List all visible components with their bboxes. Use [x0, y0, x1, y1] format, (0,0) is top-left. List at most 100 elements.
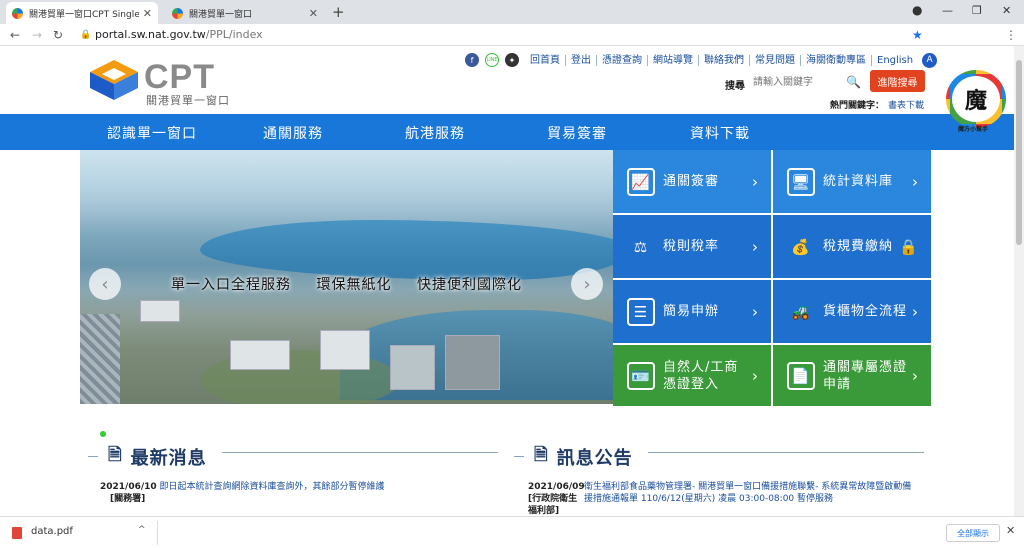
- site-favicon-icon: [12, 7, 23, 19]
- link-home[interactable]: 回首頁: [525, 55, 565, 66]
- building: [445, 335, 500, 390]
- building: [390, 345, 435, 390]
- mascot-helper[interactable]: 魔 魔方小幫手: [946, 70, 1006, 133]
- advanced-search-button[interactable]: 進階搜尋: [870, 70, 925, 92]
- certificate-icon: 📄: [787, 361, 815, 390]
- page-content: CPT 關港貿單一窗口 f LINE ✦ 回首頁 登出 憑證查詢 網站導覽 聯絡…: [0, 46, 1014, 516]
- divider: [648, 452, 924, 453]
- nav-download[interactable]: 資料下載: [690, 123, 750, 143]
- news-text[interactable]: 即日起本統計查詢網除資料庫查詢外，其餘部分暫停維護: [160, 482, 385, 492]
- link-cert-query[interactable]: 憑證查詢: [596, 54, 647, 66]
- cube-logo-icon: [90, 60, 138, 100]
- carousel-prev-button[interactable]: ‹: [89, 268, 121, 300]
- address-bar: ← → ↻ 🔒 portal.sw.nat.gov.tw/PPL/index ★…: [0, 24, 1024, 46]
- news-item[interactable]: 2021/06/10 即日起本統計查詢網除資料庫查詢外，其餘部分暫停維護 [關務…: [100, 481, 500, 505]
- back-icon[interactable]: ←: [10, 28, 20, 42]
- nav-trade[interactable]: 貿易簽審: [547, 123, 607, 143]
- chevron-up-icon[interactable]: ^: [138, 525, 146, 535]
- accessibility-icon[interactable]: A: [922, 52, 938, 68]
- app-icon[interactable]: ✦: [505, 53, 519, 67]
- hero-slogan: 單一入口全程服務 環保無紙化 快捷便利國際化: [80, 274, 613, 294]
- glass-tower: [80, 314, 120, 404]
- forward-icon[interactable]: →: [32, 28, 42, 42]
- link-faq[interactable]: 常見問題: [749, 54, 800, 66]
- window-close-icon[interactable]: ✕: [1002, 4, 1011, 17]
- link-customs-zone[interactable]: 海關衛動專區: [800, 54, 871, 66]
- tile-simple-apply[interactable]: ☰ 簡易申辦 ›: [613, 280, 771, 343]
- facebook-icon[interactable]: f: [465, 53, 479, 67]
- building: [140, 300, 180, 322]
- line-icon[interactable]: LINE: [485, 53, 499, 67]
- slogan-2: 環保無紙化: [316, 277, 392, 293]
- nav-port[interactable]: 航港服務: [405, 123, 465, 143]
- search-input[interactable]: [749, 72, 859, 92]
- list-icon: ☰: [627, 297, 655, 326]
- link-sitemap[interactable]: 網站導覽: [647, 54, 698, 66]
- nav-customs[interactable]: 通關服務: [263, 123, 323, 143]
- close-tab-icon[interactable]: ✕: [309, 7, 318, 20]
- url-field[interactable]: portal.sw.nat.gov.tw/PPL/index: [95, 28, 263, 41]
- search-icon[interactable]: 🔍: [846, 75, 861, 89]
- building: [230, 340, 290, 370]
- close-download-bar-icon[interactable]: ✕: [1006, 524, 1015, 537]
- bookmark-star-icon[interactable]: ★: [912, 28, 923, 42]
- tile-cert-login[interactable]: 🪪 自然人/工商憑證登入 ›: [613, 345, 771, 406]
- tile-label: 自然人/工商憑證登入: [663, 359, 739, 392]
- news-title: 最新消息: [130, 447, 207, 469]
- profile-menu-icon[interactable]: ●: [912, 3, 922, 17]
- notice-text[interactable]: 衛生福利部食品藥物管理署- 關港貿單一窗口備援措施聯繫- 系統異常故障暨啟動備援…: [584, 481, 918, 516]
- chevron-right-icon: ›: [752, 366, 759, 385]
- browser-tab-2[interactable]: 關港貿單一窗口 ✕: [166, 2, 324, 24]
- chevron-right-icon: ›: [912, 172, 919, 191]
- tile-container-flow[interactable]: 🚜 貨櫃物全流程 ›: [773, 280, 931, 343]
- chevron-right-icon: ›: [752, 172, 759, 191]
- slogan-3: 快捷便利國際化: [416, 277, 522, 293]
- main-nav: 認識單一窗口 通關服務 航港服務 貿易簽審 資料下載: [0, 114, 1014, 150]
- document-icon: 🗎: [108, 445, 123, 465]
- link-contact[interactable]: 聯絡我們: [698, 54, 749, 66]
- tile-tariff[interactable]: ⚖ 稅則稅率 ›: [613, 215, 771, 278]
- tile-customs-review[interactable]: 📈 通關簽審 ›: [613, 150, 771, 213]
- new-tab-button[interactable]: +: [332, 3, 345, 21]
- reload-icon[interactable]: ↻: [53, 28, 63, 42]
- slogan-1: 單一入口全程服務: [171, 277, 292, 293]
- maximize-icon[interactable]: ❐: [972, 4, 982, 17]
- nav-about[interactable]: 認識單一窗口: [107, 123, 197, 143]
- close-tab-icon[interactable]: ✕: [143, 7, 152, 20]
- tile-cert-apply[interactable]: 📄 通關專屬憑證申請 ›: [773, 345, 931, 406]
- tile-fee-payment[interactable]: 💰 稅規費繳納 🔒: [773, 215, 931, 278]
- tile-label: 簡易申辦: [663, 304, 720, 319]
- notice-source: [行政院衛生福利部]: [528, 494, 578, 516]
- hot-keywords-label: 熱門關鍵字：: [830, 101, 885, 111]
- tile-statistics[interactable]: 🖥 統計資料庫 ›: [773, 150, 931, 213]
- hot-keyword-link[interactable]: 書表下載: [888, 101, 924, 111]
- browser-menu-icon[interactable]: ⋮: [1005, 28, 1017, 42]
- hero-carousel: 單一入口全程服務 環保無紙化 快捷便利國際化 ‹ ›: [80, 150, 613, 404]
- news-heading: 🗎 最新消息: [88, 442, 207, 471]
- tab-title: 關港貿單一窗口: [189, 9, 253, 20]
- show-all-button[interactable]: 全部顯示: [946, 524, 1000, 542]
- link-english[interactable]: English: [871, 54, 918, 66]
- notice-title: 訊息公告: [556, 447, 633, 469]
- browser-tab-1[interactable]: 關港貿單一窗口CPT Single Win ✕: [6, 2, 158, 24]
- scale-icon: ⚖: [633, 237, 649, 256]
- minimize-icon[interactable]: —: [942, 4, 953, 17]
- carousel-next-button[interactable]: ›: [571, 268, 603, 300]
- notice-item[interactable]: 2021/06/09 [行政院衛生福利部] 衛生福利部食品藥物管理署- 關港貿單…: [528, 481, 918, 516]
- chevron-right-icon: ›: [912, 302, 919, 321]
- page-scrollbar[interactable]: [1014, 46, 1024, 516]
- logo-subtitle: 關港貿單一窗口: [146, 94, 230, 107]
- lock-icon: 🔒: [80, 30, 92, 40]
- browser-tab-strip: 關港貿單一窗口CPT Single Win ✕ 關港貿單一窗口 ✕ + ● — …: [0, 0, 1024, 24]
- cpt-logo[interactable]: CPT 關港貿單一窗口: [88, 58, 248, 108]
- tab-title: 關港貿單一窗口CPT Single Win: [29, 9, 139, 20]
- divider: [222, 452, 498, 453]
- harbor-water: [200, 220, 613, 280]
- tile-label: 統計資料庫: [823, 174, 894, 189]
- link-logout[interactable]: 登出: [565, 54, 596, 66]
- download-file-name[interactable]: data.pdf: [31, 526, 73, 537]
- divider: [88, 456, 98, 457]
- scrollbar-thumb[interactable]: [1016, 60, 1022, 245]
- news-date: 2021/06/10: [100, 482, 157, 492]
- carousel-indicator[interactable]: [100, 431, 106, 437]
